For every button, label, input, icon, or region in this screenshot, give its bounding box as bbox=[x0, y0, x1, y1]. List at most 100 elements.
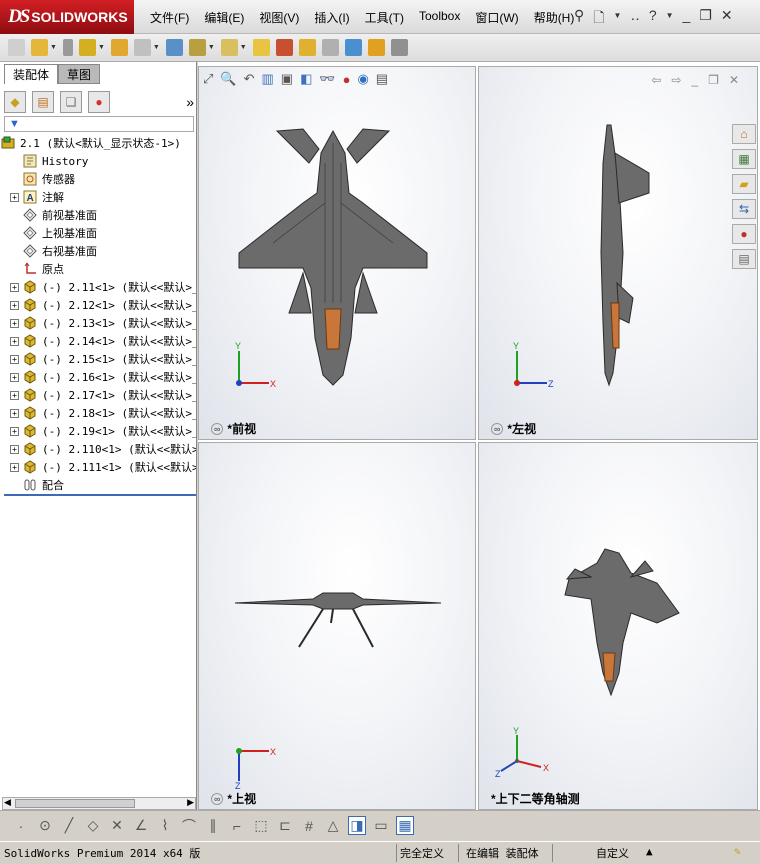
display-style-icon[interactable]: ◧ bbox=[300, 71, 312, 87]
view-orientation-icon[interactable]: ▣ bbox=[281, 71, 293, 87]
status-custom[interactable]: 自定义 bbox=[596, 845, 629, 861]
triangle-icon[interactable]: △ bbox=[324, 817, 342, 834]
corner-icon[interactable]: ⌐ bbox=[228, 818, 246, 834]
tree-item-right-plane[interactable]: 右视基准面 bbox=[0, 242, 196, 260]
linear-pattern-icon[interactable] bbox=[165, 39, 183, 56]
edit-appearance-icon[interactable]: ● bbox=[343, 72, 351, 87]
open-icon[interactable] bbox=[31, 39, 48, 56]
custom-properties-icon[interactable]: ▤ bbox=[732, 249, 756, 269]
expand-arrow-icon[interactable]: » bbox=[186, 94, 194, 110]
chevron-down-icon[interactable]: ▼ bbox=[153, 44, 160, 51]
move-component-icon[interactable] bbox=[220, 39, 238, 56]
shaded-view-icon[interactable]: ◨ bbox=[348, 816, 366, 835]
restore-icon[interactable]: ❐ bbox=[708, 73, 719, 87]
polygon-icon[interactable]: ◇ bbox=[84, 817, 102, 834]
rebuild-status-icon[interactable]: ✎ bbox=[734, 845, 741, 858]
folder-icon[interactable]: ▰ bbox=[732, 174, 756, 194]
expand-icon[interactable]: + bbox=[10, 282, 19, 292]
tree-root[interactable]: 2.1 (默认<默认_显示状态-1>) bbox=[0, 134, 196, 152]
options-icon[interactable] bbox=[252, 39, 270, 56]
tree-item-front-plane[interactable]: 前视基准面 bbox=[0, 206, 196, 224]
tree-item-component[interactable]: + (-) 2.14<1> (默认<<默认>_5 bbox=[0, 332, 196, 350]
expand-icon[interactable]: + bbox=[10, 336, 19, 346]
tree-item-component[interactable]: + (-) 2.13<1> (默认<<默认>_5 bbox=[0, 314, 196, 332]
chevron-down-icon[interactable]: ▼ bbox=[666, 11, 674, 31]
expand-icon[interactable]: + bbox=[10, 192, 19, 202]
tree-item-top-plane[interactable]: 上视基准面 bbox=[0, 224, 196, 242]
circle-icon[interactable]: ⊙ bbox=[36, 817, 54, 834]
tree-item-mates[interactable]: 配合 bbox=[0, 476, 196, 494]
minimize-icon[interactable]: _ bbox=[691, 73, 698, 87]
view-palette-icon[interactable]: ⇆ bbox=[732, 199, 756, 219]
bill-of-materials-icon[interactable] bbox=[298, 39, 316, 56]
horizontal-scrollbar[interactable]: ◀ ▶ bbox=[2, 797, 196, 810]
chevron-down-icon[interactable]: ▼ bbox=[240, 44, 247, 51]
dimension-icon[interactable]: ⊏ bbox=[276, 817, 294, 834]
cross-icon[interactable]: ✕ bbox=[108, 817, 126, 834]
expand-icon[interactable]: + bbox=[10, 354, 19, 364]
tab-assembly[interactable]: 装配体 bbox=[4, 64, 59, 84]
viewport-top[interactable]: XZ ∞ *上视 bbox=[198, 442, 476, 810]
tree-item-origin[interactable]: 原点 bbox=[0, 260, 196, 278]
tree-item-sensors[interactable]: 传感器 bbox=[0, 170, 196, 188]
wireframe-icon[interactable]: ▭ bbox=[372, 817, 390, 834]
grid-icon[interactable]: # bbox=[300, 818, 318, 834]
appearance-icon[interactable]: ● bbox=[732, 224, 756, 244]
menu-toolbox[interactable]: Toolbox bbox=[419, 9, 460, 26]
tree-item-component[interactable]: + (-) 2.111<1> (默认<<默认>_ bbox=[0, 458, 196, 476]
expand-icon[interactable]: + bbox=[10, 444, 19, 454]
viewport-link-icon[interactable]: ⇦ bbox=[651, 73, 661, 87]
expand-icon[interactable]: + bbox=[10, 390, 19, 400]
display-manager-icon[interactable]: ● bbox=[88, 91, 110, 113]
chevron-down-icon[interactable]: ▼ bbox=[98, 44, 105, 51]
close-icon[interactable]: ✕ bbox=[721, 7, 733, 31]
section-view-icon[interactable]: ▥ bbox=[262, 71, 274, 87]
new-icon[interactable] bbox=[8, 39, 25, 56]
menu-insert[interactable]: 插入(I) bbox=[314, 9, 349, 26]
interference-icon[interactable] bbox=[321, 39, 339, 56]
pin-icon[interactable]: ⚲ bbox=[574, 7, 584, 31]
restore-icon[interactable]: ❐ bbox=[699, 7, 712, 31]
tab-sketch[interactable]: 草图 bbox=[58, 64, 101, 84]
menu-file[interactable]: 文件(F) bbox=[150, 9, 189, 26]
exploded-view-icon[interactable] bbox=[275, 39, 293, 56]
expand-icon[interactable]: + bbox=[10, 426, 19, 436]
expand-icon[interactable]: + bbox=[10, 408, 19, 418]
menu-help[interactable]: 帮助(H) bbox=[534, 9, 575, 26]
tree-item-component[interactable]: + (-) 2.18<1> (默认<<默认>_5 bbox=[0, 404, 196, 422]
property-manager-icon[interactable]: ▤ bbox=[32, 91, 54, 113]
viewport-isometric[interactable]: Y X Z *上下二等角轴测 bbox=[478, 442, 758, 810]
tree-filter[interactable]: ▼ bbox=[4, 116, 194, 132]
solidworks-logo[interactable]: DS SOLIDWORKS bbox=[0, 0, 134, 34]
tree-item-component[interactable]: + (-) 2.12<1> (默认<<默认>_5 bbox=[0, 296, 196, 314]
minimize-icon[interactable]: _ bbox=[683, 7, 691, 31]
link-views-icon[interactable]: ∞ bbox=[211, 792, 224, 805]
angle-icon[interactable]: ∠ bbox=[132, 817, 150, 834]
rectangle-icon[interactable]: ⬚ bbox=[252, 817, 270, 834]
aircraft-left-model[interactable] bbox=[589, 123, 659, 388]
graphics-area[interactable]: ⤢ 🔍 ↶ ▥ ▣ ◧ 👓 ● ◉ ▤ YX ∞ *前视 ⇦ ⇨ _ ❐ ✕ Y… bbox=[198, 62, 760, 810]
table-view-icon[interactable]: ▦ bbox=[396, 816, 414, 835]
viewport-unlink-icon[interactable]: ⇨ bbox=[671, 73, 681, 87]
help-icon[interactable]: ? bbox=[649, 7, 657, 31]
mate-icon[interactable] bbox=[133, 39, 151, 56]
viewport-left[interactable]: ⇦ ⇨ _ ❐ ✕ YZ ∞ *左视 bbox=[478, 66, 758, 440]
home-icon[interactable]: ⌂ bbox=[732, 124, 756, 144]
menu-tools[interactable]: 工具(T) bbox=[365, 9, 404, 26]
menu-edit[interactable]: 编辑(E) bbox=[204, 9, 244, 26]
tree-item-component[interactable]: + (-) 2.15<1> (默认<<默认>_5 bbox=[0, 350, 196, 368]
scroll-right-icon[interactable]: ▶ bbox=[187, 797, 194, 808]
link-views-icon[interactable]: ∞ bbox=[211, 422, 224, 435]
close-icon[interactable]: ✕ bbox=[729, 73, 739, 87]
mass-properties-icon[interactable] bbox=[367, 39, 385, 56]
tree-item-component[interactable]: + (-) 2.11<1> (默认<<默认>_5 bbox=[0, 278, 196, 296]
smart-fastener-icon[interactable] bbox=[188, 39, 206, 56]
scroll-left-icon[interactable]: ◀ bbox=[4, 797, 11, 808]
point-icon[interactable]: · bbox=[12, 818, 30, 834]
attach-icon[interactable] bbox=[62, 39, 73, 56]
insert-component-icon[interactable] bbox=[110, 39, 128, 56]
scrollbar-thumb[interactable] bbox=[15, 799, 135, 808]
chevron-up-icon[interactable]: ▲ bbox=[646, 845, 653, 858]
parallel-icon[interactable]: ∥ bbox=[204, 817, 222, 834]
previous-view-icon[interactable]: ↶ bbox=[244, 71, 255, 87]
